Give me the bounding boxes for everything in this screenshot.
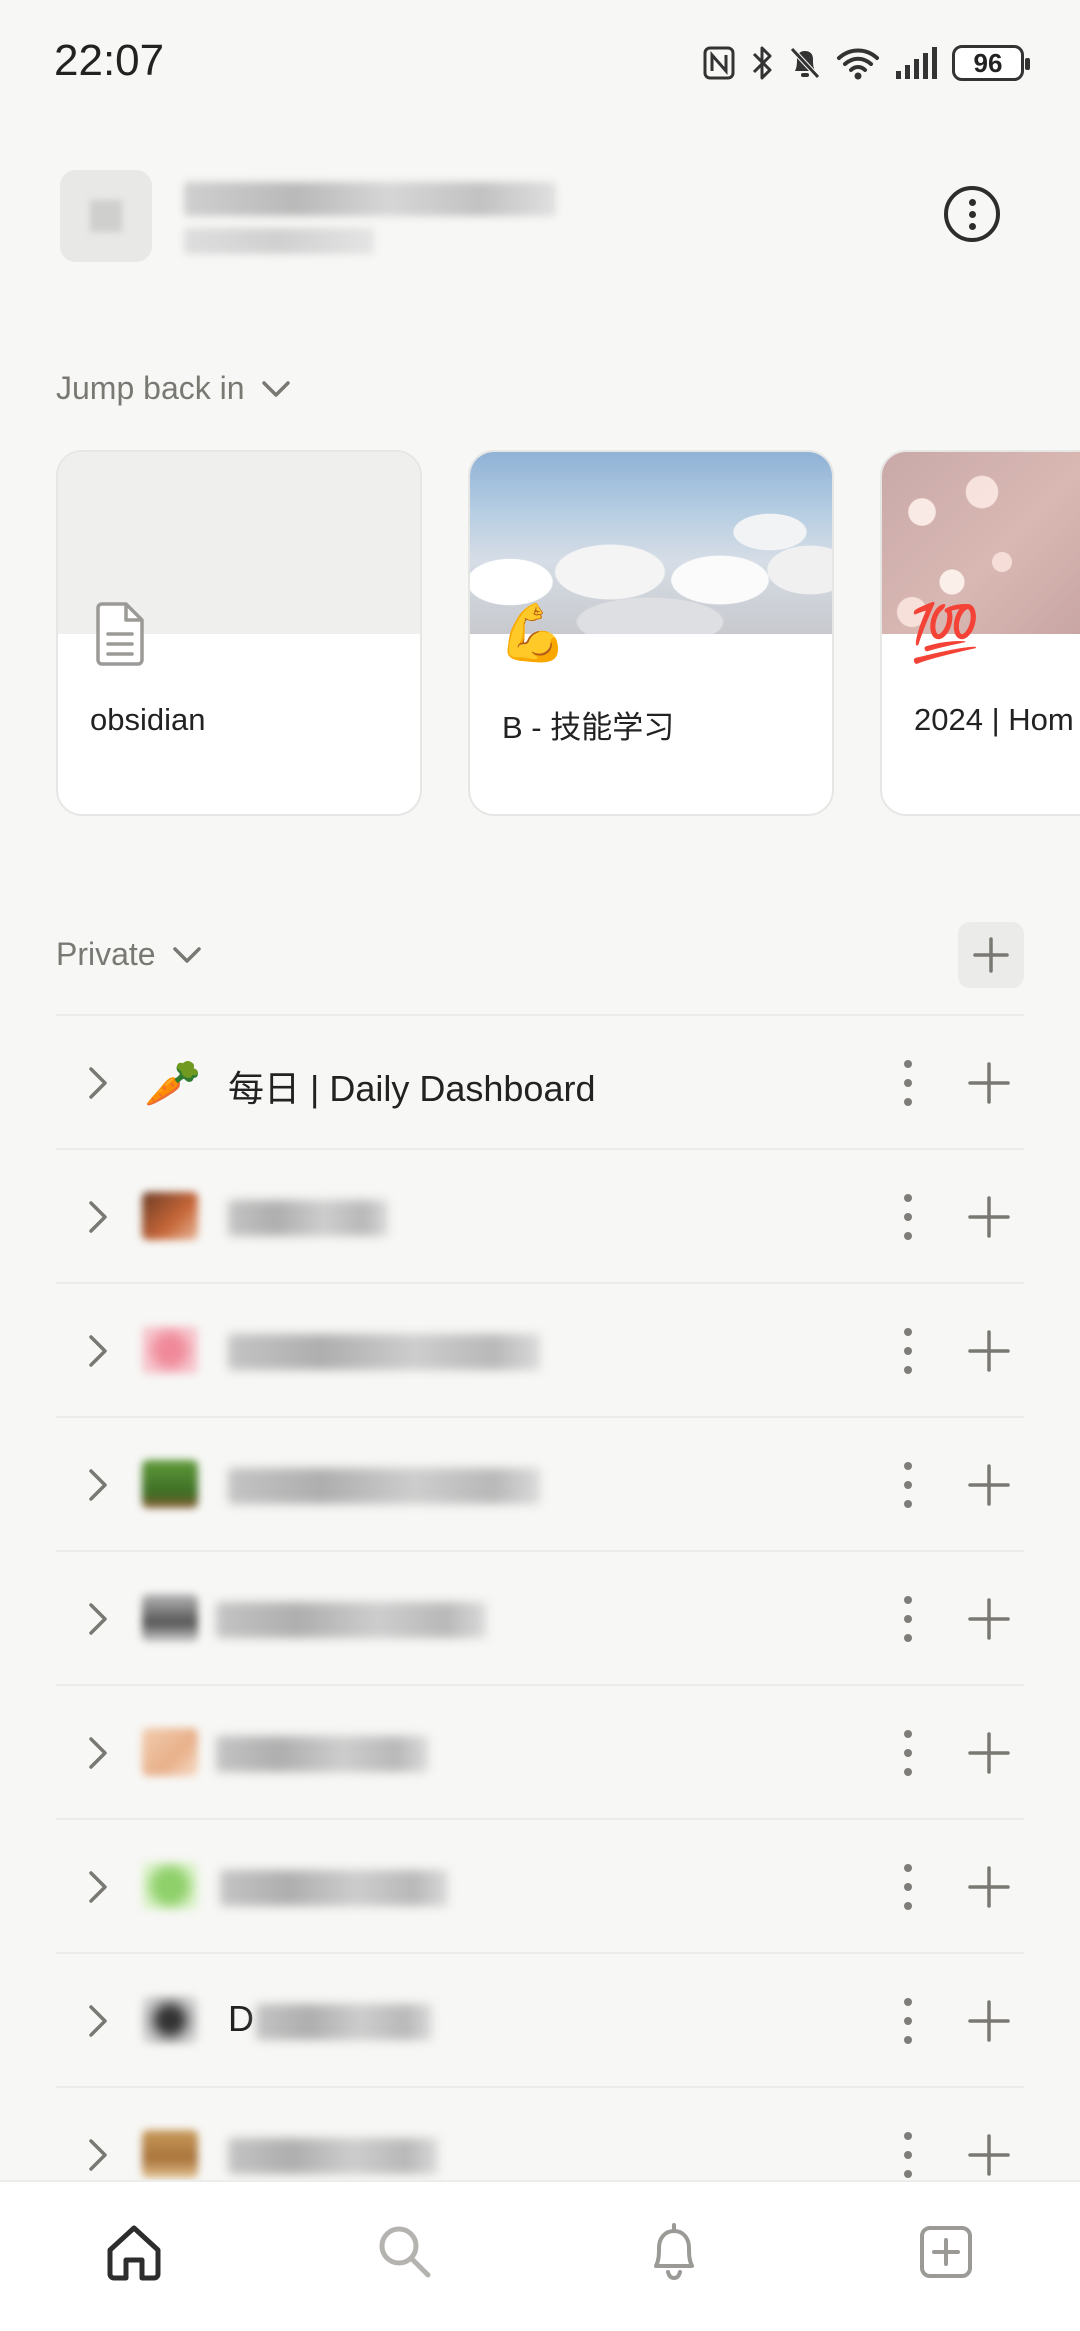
status-bar: 22:07 96 (0, 0, 1080, 120)
chevron-down-icon (261, 380, 290, 397)
chevron-right-icon[interactable] (78, 1063, 118, 1103)
private-page-list: 🥕 每日 | Daily Dashboard D (56, 1014, 1024, 2220)
more-vertical-icon[interactable] (898, 1324, 918, 1378)
jump-back-in-label: Jump back in (56, 370, 245, 406)
page-title-redacted (228, 1468, 540, 1504)
signal-icon (896, 47, 937, 79)
status-time: 22:07 (54, 36, 165, 85)
plus-icon[interactable] (966, 1462, 1012, 1508)
page-icon-redacted (142, 1862, 198, 1910)
plus-icon[interactable] (966, 1060, 1012, 1106)
list-item[interactable] (56, 1416, 1024, 1550)
page-icon-redacted (142, 1460, 198, 1508)
list-item[interactable] (56, 1148, 1024, 1282)
bluetooth-icon (752, 46, 772, 80)
page-title: 每日 | Daily Dashboard (228, 1068, 596, 1109)
plus-icon[interactable] (966, 1194, 1012, 1240)
page-icon-redacted (142, 1326, 198, 1374)
new-page-icon (920, 2226, 972, 2278)
list-item[interactable]: 🥕 每日 | Daily Dashboard (56, 1014, 1024, 1148)
wifi-icon (837, 48, 879, 80)
page-title-redacted (228, 1200, 388, 1236)
page-title: D (228, 1998, 254, 2039)
recent-card[interactable]: 💯 2024 | Hom (880, 450, 1080, 816)
workspace-avatar[interactable] (60, 170, 152, 262)
jump-back-in-carousel[interactable]: obsidian 💪 B - 技能学习 💯 2024 | Hom (56, 450, 1080, 816)
list-item[interactable] (56, 1684, 1024, 1818)
chevron-right-icon[interactable] (78, 2135, 118, 2175)
recent-card[interactable]: 💪 B - 技能学习 (468, 450, 834, 816)
private-label: Private (56, 936, 156, 972)
page-title-redacted (256, 2004, 432, 2040)
more-vertical-icon[interactable] (898, 1056, 918, 1110)
plus-icon[interactable] (966, 1328, 1012, 1374)
workspace-name-redacted (184, 182, 556, 216)
chevron-right-icon[interactable] (78, 1465, 118, 1505)
page-icon-redacted (142, 1192, 198, 1240)
more-vertical-icon[interactable] (898, 1458, 918, 1512)
page-title-redacted (216, 1736, 428, 1772)
page-title-redacted (228, 1334, 540, 1370)
page-icon-redacted (142, 2130, 198, 2178)
plus-icon[interactable] (966, 1864, 1012, 1910)
notifications-button[interactable] (640, 2218, 708, 2286)
more-vertical-icon[interactable] (898, 1190, 918, 1244)
home-button[interactable] (100, 2218, 168, 2286)
plus-icon[interactable] (966, 1730, 1012, 1776)
nfc-icon (703, 46, 735, 80)
private-header[interactable]: Private (56, 936, 204, 973)
hundred-points-icon: 💯 (910, 601, 980, 664)
mute-icon (790, 47, 820, 79)
more-vertical-icon[interactable] (898, 2128, 918, 2182)
new-page-button[interactable] (912, 2218, 980, 2286)
chevron-down-icon (172, 946, 201, 963)
page-title-redacted (220, 1870, 448, 1906)
search-button[interactable] (370, 2218, 438, 2286)
chevron-right-icon[interactable] (78, 1733, 118, 1773)
search-icon (379, 2226, 431, 2278)
plus-icon[interactable] (966, 2132, 1012, 2178)
page-icon-redacted (142, 1594, 198, 1642)
card-title: 2024 | Hom (914, 702, 1074, 737)
bell-icon (654, 2223, 694, 2281)
list-item[interactable] (56, 1550, 1024, 1684)
bottom-navigation (0, 2180, 1080, 2331)
chevron-right-icon[interactable] (78, 1197, 118, 1237)
page-icon (96, 602, 144, 666)
chevron-right-icon[interactable] (78, 1867, 118, 1907)
list-item[interactable]: D (56, 1952, 1024, 2086)
jump-back-in-header[interactable]: Jump back in (56, 370, 293, 407)
plus-icon (973, 937, 1009, 973)
page-icon-redacted (142, 1728, 198, 1776)
chevron-right-icon[interactable] (78, 1331, 118, 1371)
add-private-page-button[interactable] (958, 922, 1024, 988)
card-title: obsidian (90, 702, 206, 737)
notion-home-screen: 22:07 96 Jump back in obsidian 💪 B - 技能学… (0, 0, 1080, 2331)
battery-level: 96 (973, 47, 1003, 78)
chevron-right-icon[interactable] (78, 2001, 118, 2041)
plus-icon[interactable] (966, 1998, 1012, 2044)
more-vertical-icon[interactable] (898, 1994, 918, 2048)
more-vertical-icon[interactable] (898, 1726, 918, 1780)
chevron-right-icon[interactable] (78, 1599, 118, 1639)
plus-icon[interactable] (966, 1596, 1012, 1642)
page-title-redacted (216, 1602, 486, 1638)
list-item[interactable] (56, 1282, 1024, 1416)
flexed-biceps-icon: 💪 (498, 601, 568, 664)
list-item[interactable] (56, 1818, 1024, 1952)
status-icons: 96 (702, 38, 1030, 88)
page-icon-redacted (142, 1996, 198, 2044)
battery-icon: 96 (952, 45, 1030, 81)
more-vertical-icon[interactable] (898, 1592, 918, 1646)
carrot-icon: 🥕 (144, 1057, 202, 1109)
more-vertical-icon[interactable] (898, 1860, 918, 1914)
workspace-subtitle-redacted (184, 228, 374, 254)
workspace-header[interactable] (60, 166, 1020, 266)
home-icon (107, 2225, 161, 2281)
card-title: B - 技能学习 (502, 710, 675, 745)
more-circle-icon[interactable] (944, 186, 1000, 242)
recent-card[interactable]: obsidian (56, 450, 422, 816)
page-title-redacted (228, 2138, 438, 2174)
